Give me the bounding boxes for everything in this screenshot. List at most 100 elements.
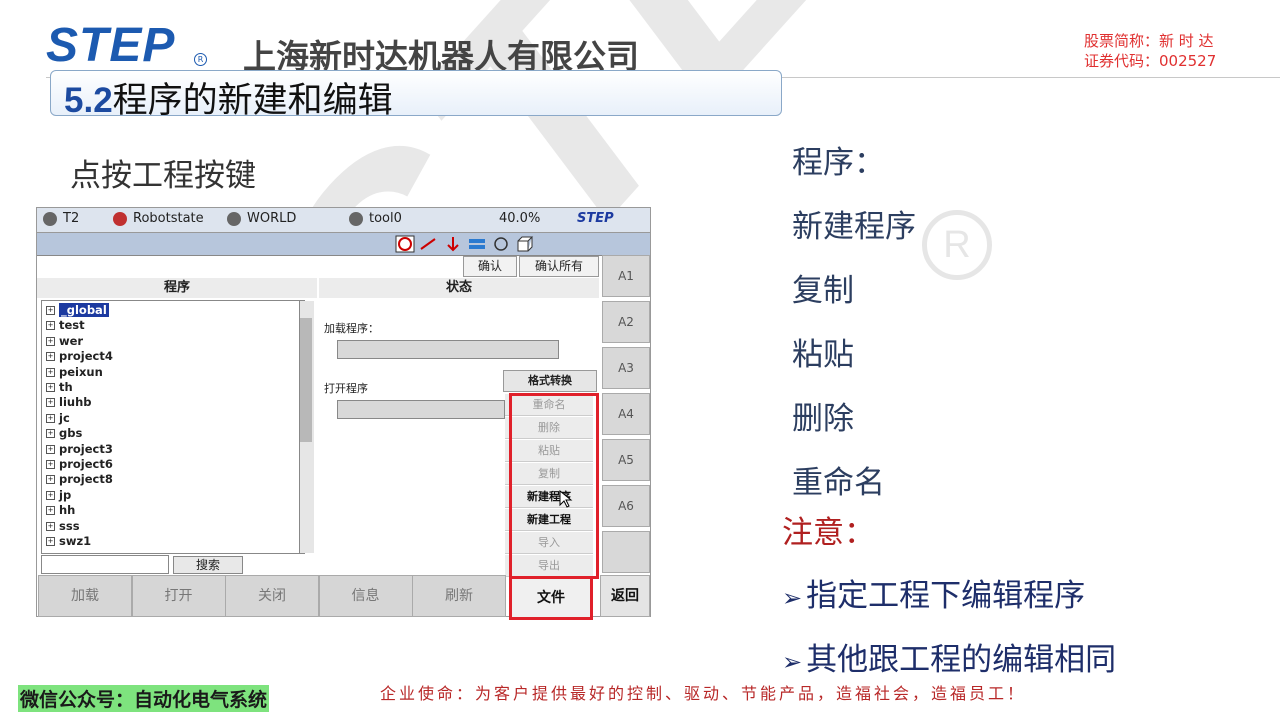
robotstate-indicator[interactable]: Robotstate	[113, 211, 204, 226]
feature-item: 重命名	[792, 465, 885, 501]
side-button[interactable]: A2	[602, 301, 650, 343]
tree-item[interactable]: + swz1	[46, 534, 91, 549]
jog-icon[interactable]	[419, 235, 439, 253]
mouse-cursor-icon	[559, 490, 573, 508]
expand-icon[interactable]: +	[46, 537, 55, 546]
side-button[interactable]: A5	[602, 439, 650, 481]
expand-icon[interactable]: +	[46, 444, 55, 454]
wechat-label: 微信公众号：自动化电气系统	[18, 685, 270, 712]
note-bullet-text: 指定工程下编辑程序	[806, 578, 1086, 614]
bottom-button[interactable]: 关闭	[225, 575, 319, 617]
error-icon	[113, 211, 127, 226]
bottom-button[interactable]: 打开	[131, 575, 226, 617]
expand-icon[interactable]: +	[46, 413, 55, 423]
expand-icon[interactable]: +	[46, 306, 55, 315]
side-button[interactable]: A6	[602, 485, 650, 527]
tree-item[interactable]: + project6	[46, 457, 113, 472]
tree-item-label: jp	[59, 487, 72, 502]
slide-subtitle: 点按工程按键	[70, 158, 256, 194]
menu-highlight-box	[509, 393, 599, 579]
expand-icon[interactable]: +	[46, 352, 55, 362]
coordinate-icon	[227, 211, 241, 226]
step-logo: STEP	[46, 19, 176, 72]
tree-item-label: peixun	[59, 364, 103, 379]
tree-item[interactable]: + sss	[46, 519, 80, 534]
tree-item-label: jc	[59, 410, 70, 425]
program-column-header: 程序	[37, 278, 317, 298]
expand-icon[interactable]: +	[46, 321, 55, 331]
mission-statement: 企业使命：为客户提供最好的控制、驱动、节能产品，造福社会，造福员工！	[380, 684, 1027, 703]
file-button[interactable]: 文件	[509, 576, 593, 620]
tree-item[interactable]: + _global	[46, 303, 109, 318]
tree-item-label: project3	[59, 441, 113, 456]
title-text: 程序的新建和编辑	[112, 81, 393, 121]
confirm-all-button[interactable]: 确认所有	[519, 256, 599, 277]
tree-item[interactable]: + project3	[46, 442, 113, 457]
tree-item-label: test	[59, 318, 85, 333]
stock-name: 股票简称：新 时 达	[1084, 32, 1214, 50]
open-program-field[interactable]	[337, 400, 505, 419]
bottom-button[interactable]: 信息	[318, 575, 413, 617]
registered-icon: R	[194, 53, 207, 66]
confirm-button[interactable]: 确认	[463, 256, 517, 277]
hand-icon	[43, 211, 57, 226]
program-tree: + _global + test + wer + project4 + peixun + th + liu…	[41, 300, 305, 554]
coord-indicator[interactable]: WORLD	[227, 211, 296, 226]
tree-item[interactable]: + peixun	[46, 365, 103, 380]
arrow-bullet-icon: ➢	[782, 584, 803, 612]
speed-indicator[interactable]: 40.0%	[499, 211, 540, 226]
feature-item: 粘贴	[792, 337, 854, 373]
tree-item[interactable]: + project4	[46, 349, 113, 364]
stock-info: 股票简称：新 时 达 证券代码：002527	[1084, 31, 1216, 71]
bottom-button[interactable]: 刷新	[412, 575, 506, 617]
tree-item[interactable]: + wer	[46, 334, 83, 349]
side-button-empty[interactable]	[602, 531, 650, 573]
tree-item[interactable]: + gbs	[46, 426, 82, 441]
format-convert-button[interactable]: 格式转换	[503, 370, 597, 392]
stock-code: 证券代码：002527	[1084, 52, 1217, 70]
tree-item[interactable]: + jp	[46, 488, 71, 503]
tree-item-label: sss	[59, 518, 80, 533]
expand-icon[interactable]: +	[46, 475, 55, 485]
arrow-down-icon[interactable]	[443, 235, 463, 253]
expand-icon[interactable]: +	[46, 398, 55, 408]
expand-icon[interactable]: +	[46, 336, 55, 346]
expand-icon[interactable]: +	[46, 521, 55, 531]
stop-icon[interactable]	[395, 235, 415, 253]
layers-icon[interactable]	[467, 235, 487, 253]
expand-icon[interactable]: +	[46, 490, 55, 500]
tool-indicator[interactable]: tool0	[349, 211, 402, 226]
tree-item[interactable]: + project8	[46, 472, 113, 487]
expand-icon[interactable]: +	[46, 429, 55, 439]
tree-item[interactable]: + hh	[46, 503, 75, 518]
search-input[interactable]	[41, 555, 169, 574]
load-program-field[interactable]	[337, 340, 559, 359]
bottom-button[interactable]: 加载	[38, 575, 132, 617]
slide-title: 5.2程序的新建和编辑	[64, 72, 393, 123]
status-bar: T2 Robotstate WORLD tool0 40.0% STEP	[37, 208, 650, 233]
expand-icon[interactable]: +	[46, 383, 55, 392]
tree-item-label: swz1	[59, 534, 92, 548]
teach-pendant-screen: T2 Robotstate WORLD tool0 40.0% STEP 确认 …	[36, 207, 651, 620]
open-program-label: 打开程序	[324, 382, 368, 395]
side-button[interactable]: A3	[602, 347, 650, 389]
robot-icon[interactable]	[491, 235, 511, 253]
cube-icon[interactable]	[515, 235, 535, 253]
tree-item-label: project4	[59, 349, 113, 364]
expand-icon[interactable]: +	[46, 506, 55, 516]
scroll-thumb[interactable]	[300, 318, 312, 442]
mode-indicator[interactable]: T2	[43, 211, 79, 226]
tree-item[interactable]: + liuhb	[46, 395, 92, 410]
tree-item-label: gbs	[59, 426, 83, 441]
side-button[interactable]: A4	[602, 393, 650, 435]
back-button[interactable]: 返回	[600, 575, 650, 617]
tree-item[interactable]: + jc	[46, 411, 70, 426]
expand-icon[interactable]: +	[46, 367, 55, 377]
side-button[interactable]: A1	[602, 255, 650, 297]
feature-item: 复制	[792, 273, 854, 309]
expand-icon[interactable]: +	[46, 460, 55, 469]
tree-item[interactable]: + test	[46, 318, 85, 333]
feature-item: 新建程序	[792, 209, 916, 245]
search-button[interactable]: 搜索	[173, 556, 243, 574]
tree-item[interactable]: + th	[46, 380, 73, 395]
